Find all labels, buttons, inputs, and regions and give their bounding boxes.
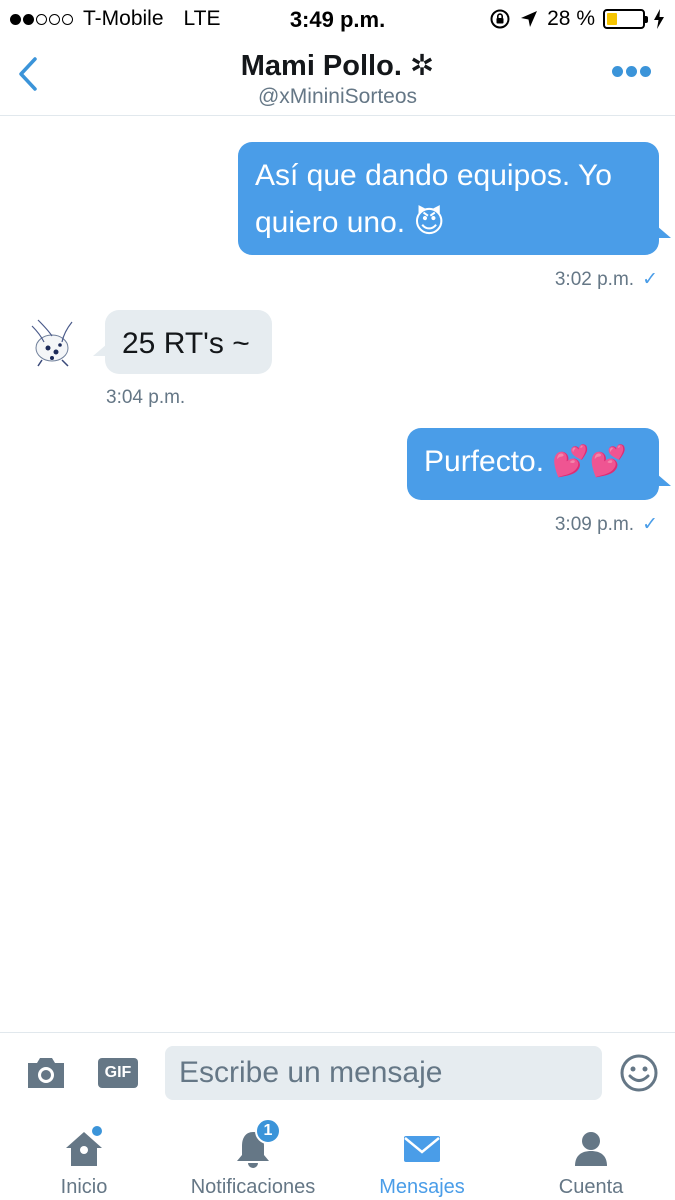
message-text: 25 RT's ~	[122, 327, 250, 360]
tab-label: Inicio	[60, 1176, 108, 1198]
camera-icon	[28, 1058, 64, 1088]
battery-fill	[607, 13, 617, 25]
bubble-tail	[93, 344, 107, 356]
bubble-tail	[657, 226, 671, 238]
delivered-check-icon: ✓	[642, 269, 658, 290]
message-timestamp: 3:04 p.m.	[106, 387, 186, 408]
message-text: Purfecto. 💕💕	[424, 445, 628, 478]
tab-notificaciones[interactable]: 1 Notificaciones	[183, 1114, 323, 1200]
message-composer: GIF	[0, 1032, 675, 1114]
emoji-button[interactable]	[619, 1053, 659, 1093]
envelope-icon	[404, 1136, 440, 1162]
tab-cuenta[interactable]: Cuenta	[548, 1114, 634, 1200]
camera-button[interactable]	[24, 1053, 68, 1093]
conversation-title[interactable]: Mami Pollo. ✲ @xMininiSorteos	[0, 48, 675, 109]
tab-icon-wrap	[561, 1124, 621, 1174]
battery-percent: 28 %	[547, 7, 595, 30]
tab-icon-wrap	[54, 1124, 114, 1174]
person-icon	[575, 1132, 607, 1166]
timestamp-text: 3:02 p.m.	[554, 269, 635, 290]
gif-button[interactable]: GIF	[98, 1058, 138, 1088]
delivered-check-icon: ✓	[642, 514, 658, 535]
status-right: 28 %	[489, 7, 665, 31]
contact-handle: @xMininiSorteos	[257, 85, 418, 108]
message-bubble-received[interactable]: 25 RT's ~	[105, 310, 272, 374]
avatar-image	[22, 312, 82, 372]
charging-bolt-icon	[654, 9, 664, 29]
more-dot-icon	[640, 66, 651, 77]
conversation-header: Mami Pollo. ✲ @xMininiSorteos	[0, 38, 675, 116]
rotation-lock-icon	[490, 9, 510, 29]
tab-mensajes[interactable]: Mensajes	[372, 1114, 472, 1200]
message-bubble-sent[interactable]: Así que dando equipos. Yo quiero uno. 😈	[238, 142, 659, 255]
message-timestamp: 3:09 p.m. ✓	[555, 513, 658, 536]
message-timestamp: 3:02 p.m. ✓	[555, 268, 658, 291]
message-input[interactable]	[165, 1046, 602, 1100]
contact-name: Mami Pollo. ✲	[240, 50, 435, 82]
avatar[interactable]	[22, 312, 82, 372]
notification-badge: 1	[255, 1118, 281, 1144]
location-arrow-icon	[521, 11, 538, 27]
tab-icon-wrap: 1	[223, 1118, 283, 1174]
battery-icon	[603, 9, 648, 29]
message-text-line: Así que dando equipos. Yo	[255, 159, 612, 192]
new-content-dot	[92, 1126, 102, 1136]
tab-label: Cuenta	[558, 1176, 624, 1198]
message-bubble-sent[interactable]: Purfecto. 💕💕	[407, 428, 659, 500]
smiley-icon	[620, 1054, 658, 1092]
more-dot-icon	[626, 66, 637, 77]
tab-inicio[interactable]: Inicio	[44, 1114, 124, 1200]
message-text-line: quiero uno. 😈	[255, 206, 445, 239]
status-bar: T-Mobile LTE 3:49 p.m. 28 %	[0, 0, 675, 38]
tab-bar: Inicio 1 Notificaciones Mensajes Cuenta	[0, 1114, 675, 1200]
more-dot-icon	[612, 66, 623, 77]
bubble-tail	[657, 474, 671, 486]
tab-label: Notificaciones	[190, 1176, 316, 1198]
tab-label: Mensajes	[379, 1176, 465, 1198]
timestamp-text: 3:09 p.m.	[554, 514, 635, 535]
more-options-button[interactable]	[612, 66, 651, 77]
tab-icon-wrap	[392, 1124, 452, 1174]
